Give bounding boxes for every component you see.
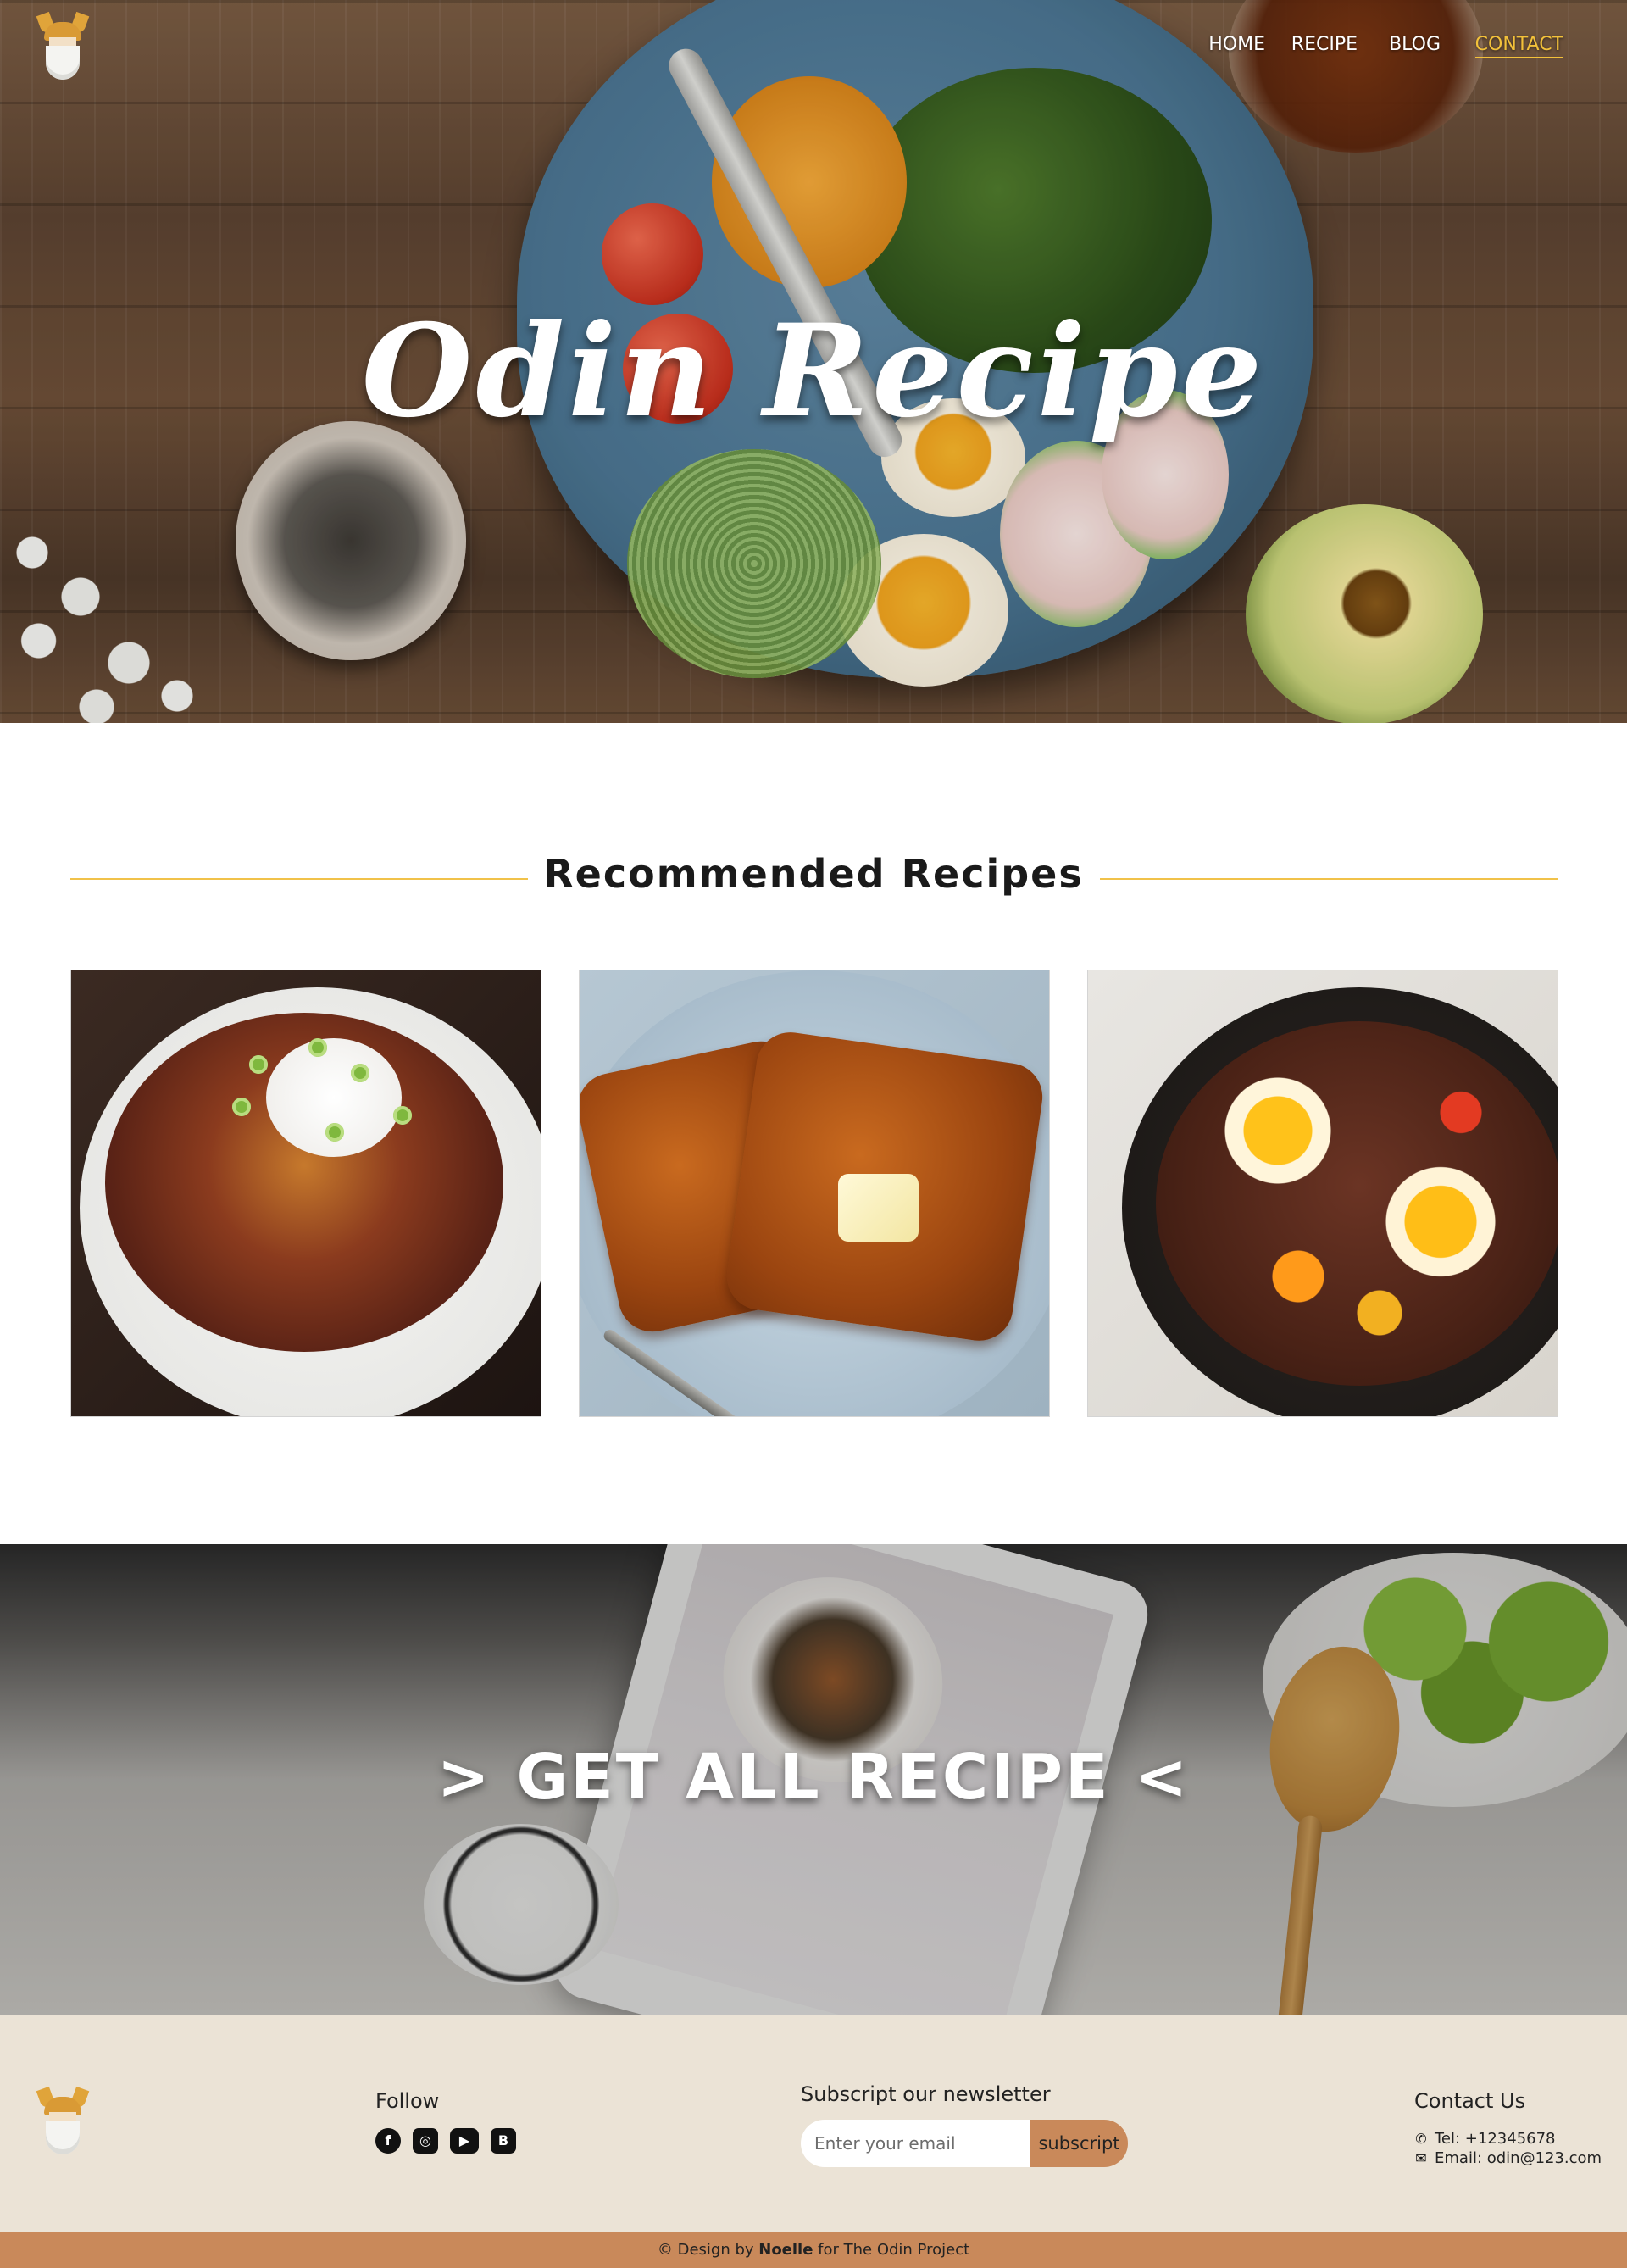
green-onion <box>351 1064 369 1082</box>
green-onion <box>232 1098 251 1116</box>
heading-divider-right <box>1100 878 1558 880</box>
follow-label: Follow <box>375 2089 440 2113</box>
footer: Follow f ◎ ▶ B Subscript our newsletter … <box>0 2015 1627 2232</box>
newsletter-label: Subscript our newsletter <box>801 2082 1051 2106</box>
newsletter-form: subscript <box>801 2120 1128 2167</box>
nav-contact[interactable]: CONTACT <box>1474 34 1563 58</box>
green-onion <box>308 1038 327 1057</box>
copyright-suffix: for The Odin Project <box>813 2241 970 2259</box>
instagram-icon[interactable]: ◎ <box>413 2128 438 2154</box>
get-all-recipe-banner[interactable]: > GET ALL RECIPE < <box>0 1544 1627 2015</box>
odin-logo[interactable] <box>36 11 90 80</box>
facebook-icon[interactable]: f <box>375 2128 401 2154</box>
nav-recipe[interactable]: RECIPE <box>1291 34 1358 55</box>
nav-home[interactable]: HOME <box>1208 34 1265 55</box>
hero-title: Odin Recipe <box>361 297 1266 446</box>
green-onion <box>249 1055 268 1074</box>
footer-logo[interactable] <box>36 2086 90 2154</box>
green-onion <box>325 1123 344 1142</box>
envelope-icon: ✉ <box>1415 2150 1427 2166</box>
green-onion <box>393 1106 412 1125</box>
copyright-prefix: © Design by <box>657 2241 759 2259</box>
youtube-icon[interactable]: ▶ <box>450 2128 479 2154</box>
social-links: f ◎ ▶ B <box>375 2128 516 2154</box>
contact-email: ✉ Email: odin@123.com <box>1414 2149 1602 2167</box>
contact-label: Contact Us <box>1414 2089 1526 2113</box>
get-all-recipe-link[interactable]: > GET ALL RECIPE < <box>0 1741 1627 1814</box>
recipe-card-french-toast[interactable] <box>579 970 1050 1417</box>
recommended-title: Recommended Recipes <box>543 851 1084 897</box>
recipe-card-chili[interactable] <box>70 970 541 1417</box>
subscript-button[interactable]: subscript <box>1030 2120 1128 2167</box>
butter-pat <box>838 1174 919 1242</box>
skillet-food <box>1156 1021 1558 1386</box>
recommended-heading: Recommended Recipes <box>0 851 1627 902</box>
tel-text: Tel: +12345678 <box>1435 2130 1556 2148</box>
copyright-bar: © Design by Noelle for The Odin Project <box>0 2232 1627 2268</box>
newsletter-email-input[interactable] <box>801 2120 1030 2167</box>
recipe-card-skillet[interactable] <box>1087 970 1558 1417</box>
contact-tel: ✆ Tel: +12345678 <box>1414 2130 1556 2148</box>
blogger-icon[interactable]: B <box>491 2128 516 2154</box>
nav-blog[interactable]: BLOG <box>1389 34 1441 55</box>
hero-section: HOME RECIPE BLOG CONTACT Odin Recipe <box>0 0 1627 723</box>
phone-icon: ✆ <box>1415 2131 1427 2147</box>
copyright-author: Noelle <box>758 2241 814 2259</box>
email-text[interactable]: Email: odin@123.com <box>1435 2149 1602 2167</box>
